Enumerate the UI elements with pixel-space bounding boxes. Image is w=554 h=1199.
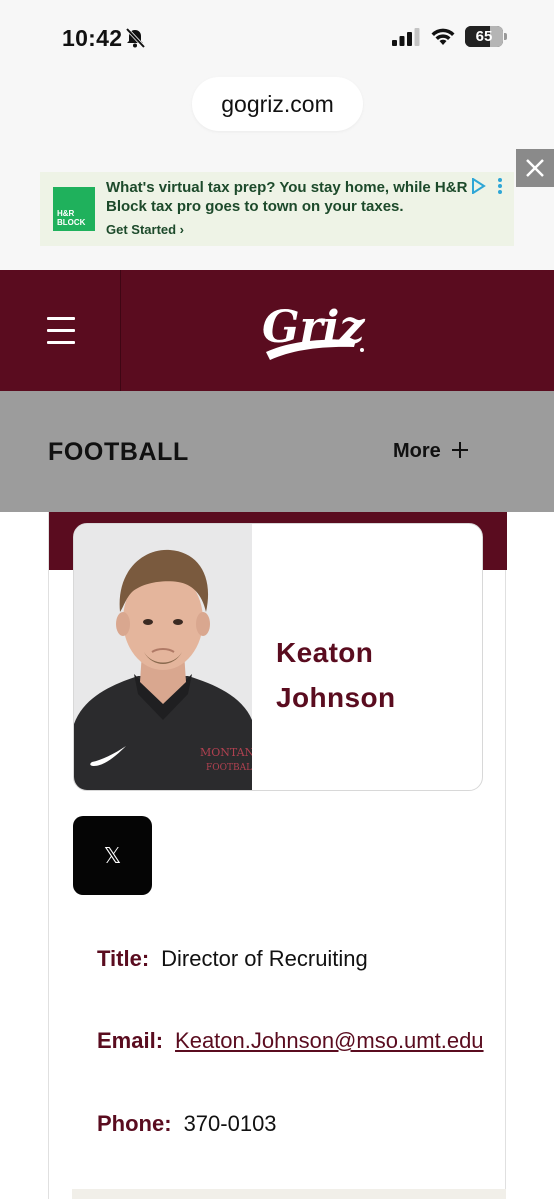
url-bar[interactable]: gogriz.com — [192, 77, 363, 131]
ad-close-button[interactable] — [516, 149, 554, 187]
close-icon — [526, 159, 544, 177]
sport-nav-bar: FOOTBALL More — [0, 391, 554, 512]
hr-block-logo: H&R BLOCK — [53, 187, 95, 231]
ad-area: H&R BLOCK What's virtual tax prep? You s… — [0, 148, 554, 270]
ad-headline[interactable]: What's virtual tax prep? You stay home, … — [106, 178, 474, 216]
cellular-signal-icon — [392, 28, 420, 46]
battery-icon: 65 — [465, 26, 507, 47]
x-social-button[interactable]: 𝕏 — [73, 816, 152, 895]
email-link[interactable]: Keaton.Johnson@mso.umt.edu — [175, 1028, 484, 1053]
site-header: Griz — [0, 270, 554, 391]
sport-title[interactable]: FOOTBALL — [48, 438, 189, 467]
x-icon: 𝕏 — [103, 843, 122, 868]
battery-nub — [504, 33, 507, 40]
kebab-menu-icon[interactable] — [497, 177, 503, 195]
staff-first-name: Keaton — [276, 637, 374, 668]
plus-icon[interactable] — [451, 441, 469, 459]
staff-last-name: Johnson — [276, 682, 396, 713]
bell-off-icon — [125, 27, 146, 49]
battery-level: 65 — [475, 28, 493, 45]
wifi-icon — [431, 28, 455, 45]
staff-profile: MONTAN FOOTBALL Keaton Johnson 𝕏 Title: D… — [48, 512, 507, 1199]
bottom-strip — [72, 1189, 506, 1199]
staff-headshot: MONTAN FOOTBALL — [74, 524, 252, 790]
title-row: Title: Director of Recruiting — [97, 946, 368, 972]
email-row: Email: Keaton.Johnson@mso.umt.edu — [97, 1028, 505, 1054]
staff-name: Keaton Johnson — [276, 630, 395, 720]
title-label: Title: — [97, 946, 150, 971]
email-label: Email: — [97, 1028, 164, 1053]
griz-logo-text: Griz — [262, 302, 365, 353]
phone-value: 370-0103 — [183, 1111, 277, 1136]
adchoices-icon[interactable] — [470, 178, 486, 194]
ad-cta-link[interactable]: Get Started › — [106, 222, 184, 237]
ad-logo-text: H&R BLOCK — [57, 209, 86, 227]
shirt-text-2: FOOTBALL — [206, 763, 252, 773]
title-value: Director of Recruiting — [161, 946, 368, 971]
bio-card: MONTAN FOOTBALL Keaton Johnson — [73, 523, 483, 791]
more-menu-button[interactable]: More — [393, 440, 441, 463]
hamburger-menu-button[interactable] — [0, 270, 121, 391]
phone-label: Phone: — [97, 1111, 172, 1136]
status-time: 10:42 — [62, 25, 123, 51]
ad-banner[interactable]: H&R BLOCK What's virtual tax prep? You s… — [40, 172, 514, 246]
phone-row: Phone: 370-0103 — [97, 1111, 277, 1137]
griz-logo[interactable]: Griz — [258, 290, 370, 370]
battery-body: 65 — [465, 26, 503, 47]
status-bar: 10:42 65 — [0, 0, 554, 72]
shirt-text-1: MONTAN — [200, 746, 252, 759]
